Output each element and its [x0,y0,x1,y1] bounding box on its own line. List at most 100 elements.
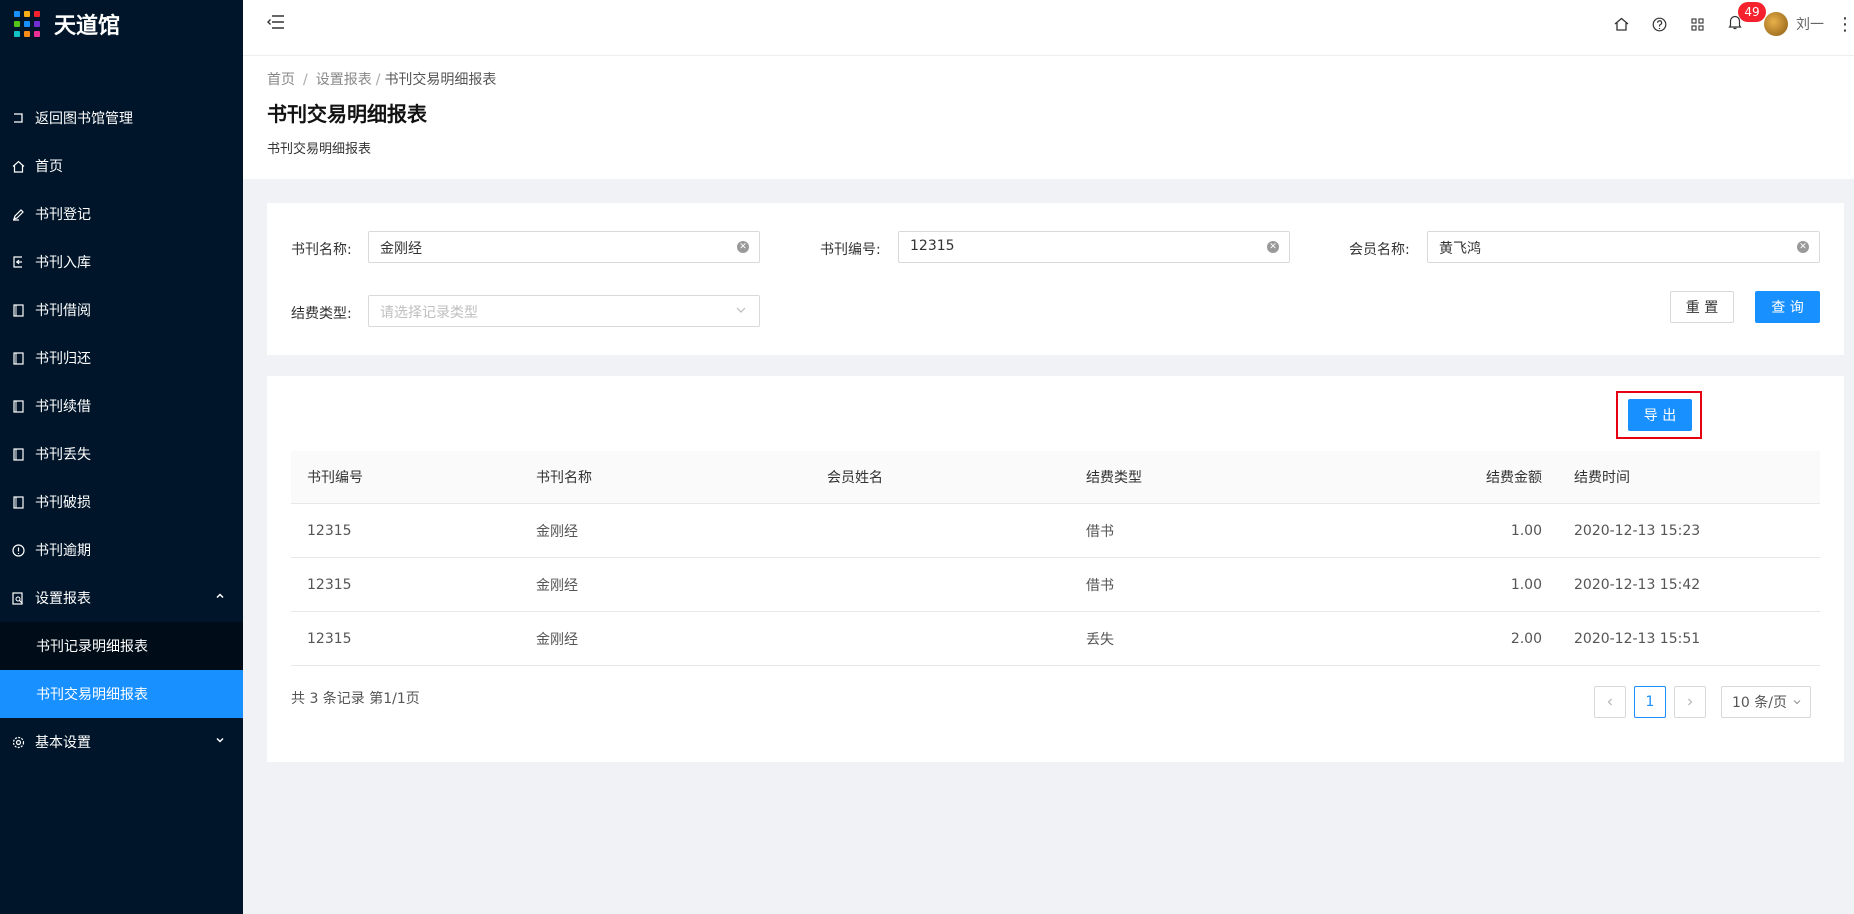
notification-button[interactable]: 49 [1716,0,1766,48]
app-logo[interactable]: 天道馆 [0,0,243,48]
breadcrumb-separator: / [375,72,381,88]
fee-type-select[interactable]: 请选择记录类型 [368,295,760,327]
breadcrumb: 首页 / 设置报表 / 书刊交易明细报表 [267,69,496,89]
top-header: 49 刘一 ⋮ [243,0,1854,56]
sidebar-item-register[interactable]: 书刊登记 [0,190,243,238]
sidebar-item-label: 书刊借阅 [35,303,91,319]
chevron-right-icon [1688,698,1693,706]
sidebar-item-return-book[interactable]: 书刊归还 [0,334,243,382]
sidebar-item-label: 书刊入库 [35,255,91,271]
more-icon[interactable]: ⋮ [1836,14,1854,35]
chevron-down-icon [735,304,747,320]
pagination-total: 共 3 条记录 第1/1页 [291,691,420,707]
table-row: 12315 金刚经 借书 1.00 2020-12-13 15:42 [291,558,1820,612]
cell-book-name: 金刚经 [536,631,578,648]
breadcrumb-separator: / [303,72,308,88]
table-header: 书刊编号 书刊名称 会员姓名 结费类型 结费金额 结费时间 [291,451,1820,504]
cell-fee-time: 2020-12-13 15:23 [1574,522,1701,539]
book-icon [11,495,25,509]
header-actions: 49 刘一 ⋮ [1602,0,1854,48]
sidebar-item-label: 书刊逾期 [35,543,91,559]
search-form: 书刊名称: 金刚经 ✕ 书刊编号: 12315 ✕ 会员名称: 黄飞鸿 ✕ 结费… [267,203,1844,355]
breadcrumb-home[interactable]: 首页 [267,72,295,88]
sidebar-item-home[interactable]: 首页 [0,142,243,190]
cell-fee-type: 借书 [1086,577,1114,594]
fee-type-placeholder: 请选择记录类型 [380,305,478,321]
sidebar-item-settings[interactable]: 基本设置 [0,718,243,766]
sidebar-item-record-report[interactable]: 书刊记录明细报表 [0,622,243,670]
report-icon [11,591,25,605]
cell-fee-time: 2020-12-13 15:51 [1574,630,1701,647]
sidebar-item-transaction-report[interactable]: 书刊交易明细报表 [0,670,243,718]
sidebar-item-label: 首页 [35,159,63,175]
home-icon[interactable] [1602,0,1640,48]
reports-submenu: 书刊记录明细报表 书刊交易明细报表 [0,622,243,718]
menu-fold-icon[interactable] [267,14,287,34]
column-header: 会员姓名 [827,470,883,486]
sidebar-menu: 返回图书馆管理 首页 书刊登记 书刊入库 书刊借阅 书刊归还 书刊续借 书刊丢失… [0,94,243,766]
cell-fee-type: 借书 [1086,523,1114,540]
sidebar-item-label: 返回图书馆管理 [35,111,133,127]
sidebar-item-borrow[interactable]: 书刊借阅 [0,286,243,334]
exclamation-icon [11,543,25,557]
sidebar-item-return[interactable]: 返回图书馆管理 [0,94,243,142]
user-menu[interactable]: 刘一 [1764,12,1824,36]
clear-icon[interactable]: ✕ [1267,241,1279,253]
page-size-select[interactable]: 10 条/页 [1721,686,1811,718]
sidebar-item-lost[interactable]: 书刊丢失 [0,430,243,478]
export-button[interactable]: 导 出 [1628,399,1692,431]
sidebar-item-reports[interactable]: 设置报表 [0,574,243,622]
book-icon [11,351,25,365]
page-1-button[interactable]: 1 [1634,686,1666,718]
sidebar-item-label: 书刊归还 [35,351,91,367]
book-no-value: 12315 [910,238,955,254]
apps-icon[interactable] [1678,0,1716,48]
sidebar-item-damaged[interactable]: 书刊破损 [0,478,243,526]
book-no-label: 书刊编号: [820,242,881,258]
results-table: 书刊编号 书刊名称 会员姓名 结费类型 结费金额 结费时间 12315 金刚经 … [291,451,1820,666]
column-header: 结费时间 [1574,470,1630,486]
page-size-value: 10 条/页 [1732,695,1787,711]
prev-page-button[interactable] [1594,686,1626,718]
gear-icon [11,735,25,749]
breadcrumb-current: 书刊交易明细报表 [384,72,497,88]
sidebar-item-stock-in[interactable]: 书刊入库 [0,238,243,286]
page-title: 书刊交易明细报表 [267,102,427,126]
help-icon[interactable] [1640,0,1678,48]
reset-button[interactable]: 重 置 [1670,291,1734,323]
chevron-left-icon [1607,698,1612,706]
cell-fee-amount: 1.00 [1510,576,1542,593]
clear-icon[interactable]: ✕ [737,241,749,253]
book-no-input[interactable]: 12315 ✕ [898,231,1290,263]
column-header: 书刊名称 [536,470,592,486]
query-button[interactable]: 查 询 [1755,291,1820,323]
book-name-input[interactable]: 金刚经 ✕ [368,231,760,263]
breadcrumb-reports[interactable]: 设置报表 [316,72,372,88]
column-header: 结费类型 [1086,470,1142,486]
sidebar-item-label: 书刊续借 [35,399,91,415]
table-row: 12315 金刚经 丢失 2.00 2020-12-13 15:51 [291,612,1820,666]
sidebar: 天道馆 返回图书馆管理 首页 书刊登记 书刊入库 书刊借阅 书刊归还 书刊续借 … [0,0,243,914]
sidebar-item-overdue[interactable]: 书刊逾期 [0,526,243,574]
member-input[interactable]: 黄飞鸿 ✕ [1427,231,1820,263]
chevron-up-icon [215,591,225,604]
fee-type-label: 结费类型: [291,306,352,322]
sidebar-item-label: 书刊交易明细报表 [36,687,148,703]
clear-icon[interactable]: ✕ [1797,241,1809,253]
book-name-value: 金刚经 [380,241,422,257]
sidebar-item-label: 设置报表 [35,591,91,607]
book-name-label: 书刊名称: [291,242,352,258]
next-page-button[interactable] [1674,686,1706,718]
results-card: 导 出 书刊编号 书刊名称 会员姓名 结费类型 结费金额 结费时间 12315 … [267,376,1844,762]
avatar [1764,12,1788,36]
sidebar-item-label: 书刊丢失 [35,447,91,463]
cell-fee-amount: 2.00 [1510,630,1542,647]
import-icon [11,255,25,269]
sidebar-item-renew[interactable]: 书刊续借 [0,382,243,430]
cell-book-no: 12315 [307,576,352,593]
book-icon [11,447,25,461]
page-header: 首页 / 设置报表 / 书刊交易明细报表 书刊交易明细报表 书刊交易明细报表 [243,56,1854,179]
column-header: 书刊编号 [307,470,363,486]
sidebar-item-label: 书刊记录明细报表 [36,639,148,655]
page-description: 书刊交易明细报表 [267,142,372,157]
